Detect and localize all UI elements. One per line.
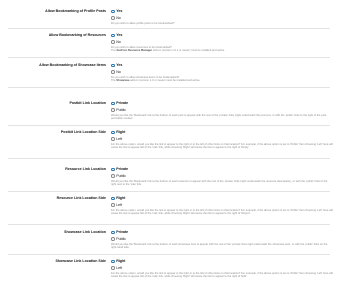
option-label: Yes: [116, 63, 123, 67]
option-label: Yes: [116, 9, 123, 13]
separator: [8, 191, 330, 192]
addon-link[interactable]: XenForo Resource Manager: [116, 49, 152, 52]
setting-description: Would you like the 'Bookmark' link at th…: [111, 114, 327, 121]
radio-option-public[interactable]: Public: [111, 174, 126, 179]
option-label: Public: [116, 173, 126, 178]
separator: [8, 224, 330, 225]
radio-selected-icon[interactable]: [111, 33, 115, 38]
setting-requirement: The XenForo Resource Manager add-on (ver…: [111, 49, 225, 53]
option-label: Left: [116, 265, 123, 270]
radio-unselected-icon[interactable]: [111, 108, 115, 112]
option-label: No: [116, 15, 121, 20]
radio-selected-icon[interactable]: [111, 101, 115, 106]
setting-description: Would you like the 'Bookmark' link at th…: [111, 180, 328, 187]
radio-selected-icon[interactable]: [111, 9, 115, 14]
radio-option-no[interactable]: No: [111, 70, 121, 75]
radio-unselected-icon[interactable]: [111, 174, 115, 178]
radio-unselected-icon[interactable]: [111, 16, 115, 20]
radio-option-left[interactable]: Left: [111, 137, 122, 142]
option-label: Right: [116, 196, 126, 200]
radio-option-private[interactable]: Private: [111, 167, 128, 172]
radio-unselected-icon[interactable]: [111, 137, 115, 141]
setting-label: Postbit Link Location: [69, 101, 106, 105]
setting-label: Allow Bookmarking of Showcase Items: [39, 63, 106, 67]
radio-unselected-icon[interactable]: [111, 266, 115, 270]
option-label: Public: [116, 107, 126, 112]
addon-link[interactable]: Showcase: [116, 79, 129, 82]
radio-option-yes[interactable]: Yes: [111, 33, 122, 38]
radio-option-yes[interactable]: Yes: [111, 9, 122, 14]
radio-selected-icon[interactable]: [111, 259, 115, 264]
radio-selected-icon[interactable]: [111, 167, 115, 172]
radio-option-no[interactable]: No: [111, 40, 121, 45]
radio-option-left[interactable]: Left: [111, 203, 122, 208]
radio-selected-icon[interactable]: [111, 230, 115, 235]
option-label: Private: [116, 167, 129, 171]
radio-selected-icon[interactable]: [111, 130, 115, 135]
setting-description: For the above option, would you like the…: [111, 209, 333, 216]
setting-label: Showcase Link Location Side: [55, 259, 106, 263]
radio-option-public[interactable]: Public: [111, 237, 126, 242]
setting-label: Resource Link Location Side: [56, 196, 106, 200]
setting-description: For the above option, would you like the…: [111, 143, 333, 150]
setting-label: Resource Link Location: [65, 167, 106, 171]
separator: [8, 125, 330, 126]
setting-label: Showcase Link Location: [64, 230, 106, 234]
radio-option-private[interactable]: Private: [111, 101, 128, 106]
separator: [8, 87, 330, 88]
setting-label: Allow Bookmarking of Profile Posts: [45, 9, 106, 13]
radio-unselected-icon[interactable]: [111, 237, 115, 241]
radio-selected-icon[interactable]: [111, 63, 115, 68]
option-label: Left: [116, 202, 123, 207]
radio-option-public[interactable]: Public: [111, 108, 126, 113]
setting-requirement: The Showcase add-on (version 1.3 or newe…: [111, 79, 201, 83]
radio-option-left[interactable]: Left: [111, 266, 122, 271]
separator: [8, 254, 330, 255]
radio-unselected-icon[interactable]: [111, 40, 115, 44]
radio-option-right[interactable]: Right: [111, 196, 125, 201]
option-label: No: [116, 69, 121, 74]
setting-description: Do you wish to allow profile posts to be…: [111, 22, 175, 25]
option-label: Yes: [116, 33, 123, 37]
radio-unselected-icon[interactable]: [111, 203, 115, 207]
option-label: No: [116, 39, 121, 44]
separator: [8, 158, 330, 159]
radio-option-no[interactable]: No: [111, 16, 121, 21]
setting-description: Would you like the 'Bookmark' link at th…: [111, 243, 328, 250]
radio-option-yes[interactable]: Yes: [111, 63, 122, 68]
option-label: Right: [116, 130, 126, 134]
radio-option-right[interactable]: Right: [111, 259, 125, 264]
option-label: Left: [116, 136, 123, 141]
setting-label: Postbit Link Location Side: [60, 130, 106, 134]
option-label: Private: [116, 230, 129, 234]
radio-option-right[interactable]: Right: [111, 130, 125, 135]
setting-description: For the above option, would you like the…: [111, 272, 333, 279]
radio-option-private[interactable]: Private: [111, 230, 128, 235]
radio-selected-icon[interactable]: [111, 196, 115, 201]
option-label: Right: [116, 259, 126, 263]
separator: [8, 28, 330, 29]
option-label: Private: [116, 101, 129, 105]
setting-label: Allow Bookmarking of Resources: [48, 33, 106, 37]
option-label: Public: [116, 236, 126, 241]
separator: [8, 57, 330, 58]
radio-unselected-icon[interactable]: [111, 70, 115, 74]
